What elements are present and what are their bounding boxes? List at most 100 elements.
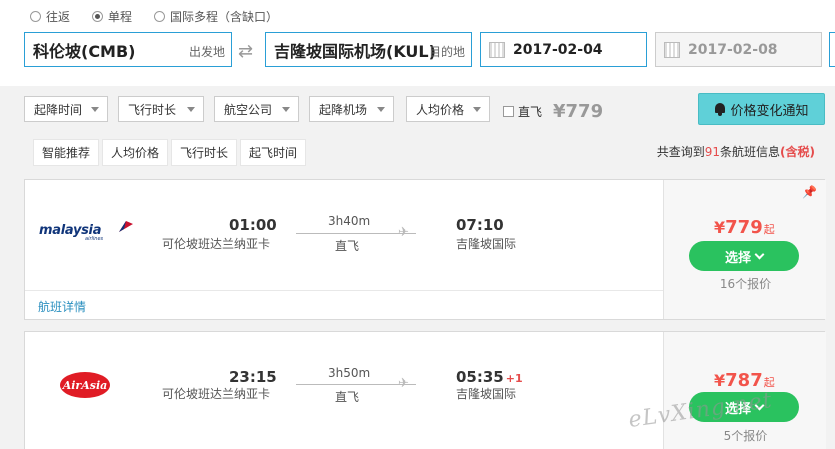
return-date-value: 2017-02-08 [688, 41, 778, 58]
price-column: 📌 ¥779起 选择 16个报价 [663, 180, 826, 319]
filter-label: 起降机场 [319, 102, 368, 117]
pin-icon[interactable]: 📌 [802, 185, 817, 199]
tax-note: (含税) [780, 145, 815, 159]
trip-type-label: 国际多程（含缺口） [170, 10, 279, 24]
select-label: 选择 [724, 250, 751, 266]
caret-down-icon [282, 107, 290, 112]
airasia-logo: AirAsia [60, 372, 110, 398]
departure-time: 23:15 [229, 368, 277, 386]
filter-duration[interactable]: 飞行时长 [118, 96, 204, 122]
flight-info: malaysia airlines 01:00 可伦坡班达兰纳亚卡 3h40m … [25, 180, 663, 321]
select-flight-button[interactable]: 选择 [689, 241, 799, 271]
sort-tab-departure[interactable]: 起飞时间 [240, 139, 307, 166]
arrival-time: 07:10 [456, 216, 506, 234]
depart-date-field[interactable]: 2017-02-04 [480, 32, 647, 67]
price-value: 779 [725, 217, 763, 238]
from-tag: 出发地 [188, 45, 225, 59]
price-column: ¥787起 选择 5个报价 [663, 332, 826, 449]
filter-label: 飞行时长 [128, 102, 177, 117]
caret-down-icon [91, 107, 99, 112]
caret-down-icon [187, 107, 195, 112]
arrival-time-value: 07:10 [456, 216, 504, 234]
trip-type-oneway[interactable]: 单程 [92, 8, 132, 25]
sort-tab-price[interactable]: 人均价格 [102, 139, 169, 166]
direct-only-checkbox[interactable]: 直飞 ¥779 [503, 101, 603, 122]
depart-date-value: 2017-02-04 [513, 41, 603, 58]
from-field[interactable]: 科伦坡(CMB) 出发地 [24, 32, 232, 67]
departure-airport: 可伦坡班达兰纳亚卡 [162, 237, 271, 251]
flight-info: AirAsia 23:15 可伦坡班达兰纳亚卡 3h50m ✈ 直飞 05:35… [25, 332, 663, 449]
filter-price[interactable]: 人均价格 [406, 96, 490, 122]
airplane-icon: ✈ [398, 225, 409, 240]
from-value: 科伦坡(CMB) [33, 41, 136, 61]
flight-card: AirAsia 23:15 可伦坡班达兰纳亚卡 3h50m ✈ 直飞 05:35… [24, 331, 826, 449]
checkbox-icon [503, 106, 514, 117]
filter-label: 航空公司 [224, 102, 273, 117]
kite-icon [119, 221, 133, 232]
filter-airport[interactable]: 起降机场 [309, 96, 394, 122]
filter-airline[interactable]: 航空公司 [214, 96, 299, 122]
price-alert-label: 价格变化通知 [730, 103, 809, 119]
result-count-number: 91 [704, 145, 720, 159]
trip-type-multicity[interactable]: 国际多程（含缺口） [154, 8, 278, 25]
stop-label: 直飞 [335, 390, 360, 404]
filter-takeoff-time[interactable]: 起降时间 [24, 96, 108, 122]
malaysia-airlines-logo: malaysia airlines [39, 220, 139, 242]
arrival-time-value: 05:35 [456, 368, 504, 386]
caret-down-icon [473, 107, 481, 112]
search-button-edge[interactable] [829, 32, 835, 67]
calendar-icon [664, 41, 680, 58]
sort-tabs: 智能推荐 人均价格 飞行时长 起飞时间 [33, 139, 307, 166]
quote-count[interactable]: 16个报价 [664, 275, 827, 292]
trip-type-group: 往返 单程 国际多程（含缺口） [30, 8, 278, 25]
logo-subtext: airlines [85, 236, 104, 242]
result-count: 共查询到91条航班信息(含税) [657, 143, 815, 160]
radio-checked-icon [92, 11, 104, 22]
arrival-airport: 吉隆坡国际 [456, 387, 517, 401]
trip-type-roundtrip[interactable]: 往返 [30, 8, 70, 25]
direct-label: 直飞 [518, 105, 543, 119]
result-count-suffix: 条航班信息 [720, 145, 781, 159]
flight-details-link[interactable]: 航班详情 [38, 298, 86, 315]
result-count-prefix: 共查询到 [656, 145, 705, 159]
search-panel: 往返 单程 国际多程（含缺口） 科伦坡(CMB) 出发地 ⇄ 吉隆坡国际机场(K… [0, 0, 835, 86]
trip-type-label: 单程 [108, 10, 133, 24]
arrival-time: 05:35 +1 [456, 368, 523, 386]
swap-icon[interactable]: ⇄ [238, 41, 253, 62]
flight-price: ¥779起 [714, 217, 775, 238]
currency-symbol: ¥ [714, 371, 726, 390]
filter-label: 人均价格 [416, 102, 465, 117]
radio-icon [154, 11, 166, 22]
sort-bar: 智能推荐 人均价格 飞行时长 起飞时间 共查询到91条航班信息(含税) [0, 131, 835, 171]
departure-time: 01:00 [229, 216, 277, 234]
trip-type-label: 往返 [46, 10, 71, 24]
direct-price: ¥779 [553, 101, 604, 122]
price-alert-button[interactable]: 价格变化通知 [698, 93, 825, 125]
to-value: 吉隆坡国际机场(KUL) [274, 41, 436, 61]
price-suffix: 起 [763, 376, 775, 389]
stop-label: 直飞 [335, 239, 360, 253]
sort-tab-recommended[interactable]: 智能推荐 [33, 139, 100, 166]
flight-card: malaysia airlines 01:00 可伦坡班达兰纳亚卡 3h40m … [24, 179, 826, 321]
to-field[interactable]: 吉隆坡国际机场(KUL) 目的地 [265, 32, 472, 67]
flight-duration: 3h40m [328, 214, 371, 228]
departure-airport: 可伦坡班达兰纳亚卡 [162, 387, 271, 401]
arrival-day-offset: +1 [505, 372, 523, 385]
radio-icon [30, 11, 41, 22]
flight-details-bar: 航班详情 [25, 290, 663, 320]
to-tag: 目的地 [428, 45, 465, 59]
chevron-down-icon [754, 249, 765, 259]
sort-tab-duration[interactable]: 飞行时长 [171, 139, 238, 166]
caret-down-icon [377, 107, 385, 112]
return-date-field[interactable]: 2017-02-08 [655, 32, 822, 67]
price-suffix: 起 [763, 223, 775, 236]
currency-symbol: ¥ [714, 218, 726, 237]
quote-count[interactable]: 5个报价 [664, 427, 827, 444]
airplane-icon: ✈ [398, 376, 409, 391]
price-value: 787 [725, 370, 763, 391]
arrival-airport: 吉隆坡国际 [456, 237, 517, 251]
flight-duration: 3h50m [328, 366, 371, 380]
calendar-icon [489, 41, 505, 58]
bell-icon [714, 102, 726, 116]
filter-label: 起降时间 [34, 102, 83, 117]
